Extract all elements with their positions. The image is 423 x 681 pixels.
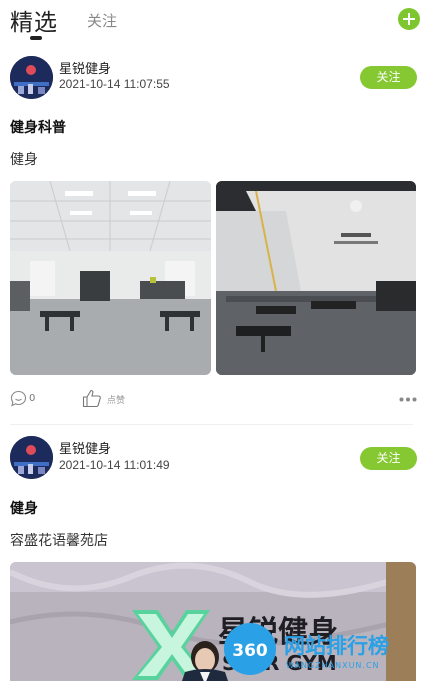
follow-button[interactable]: 关注 (360, 447, 417, 470)
watermark-logo: 360 网站排行榜 WANGZHANXUN.CN (214, 619, 423, 681)
post-title: 健身 (10, 501, 38, 517)
logo-number: 360 (232, 641, 268, 661)
post-timestamp: 2021-10-14 11:01:49 (59, 458, 170, 472)
post-text: 容盛花语馨苑店 (10, 533, 108, 549)
avatar-image (10, 436, 53, 479)
watermark-site-name: 网站排行榜 (284, 634, 389, 658)
logo-360-icon: 360 (224, 623, 276, 675)
post-card[interactable]: 星锐健身 2021-10-14 11:01:49 关注 健身 容盛花语馨苑店 星… (0, 0, 423, 681)
avatar[interactable] (10, 436, 53, 479)
watermark-site-url: WANGZHANXUN.CN (286, 661, 380, 670)
author-name[interactable]: 星锐健身 (59, 438, 111, 457)
